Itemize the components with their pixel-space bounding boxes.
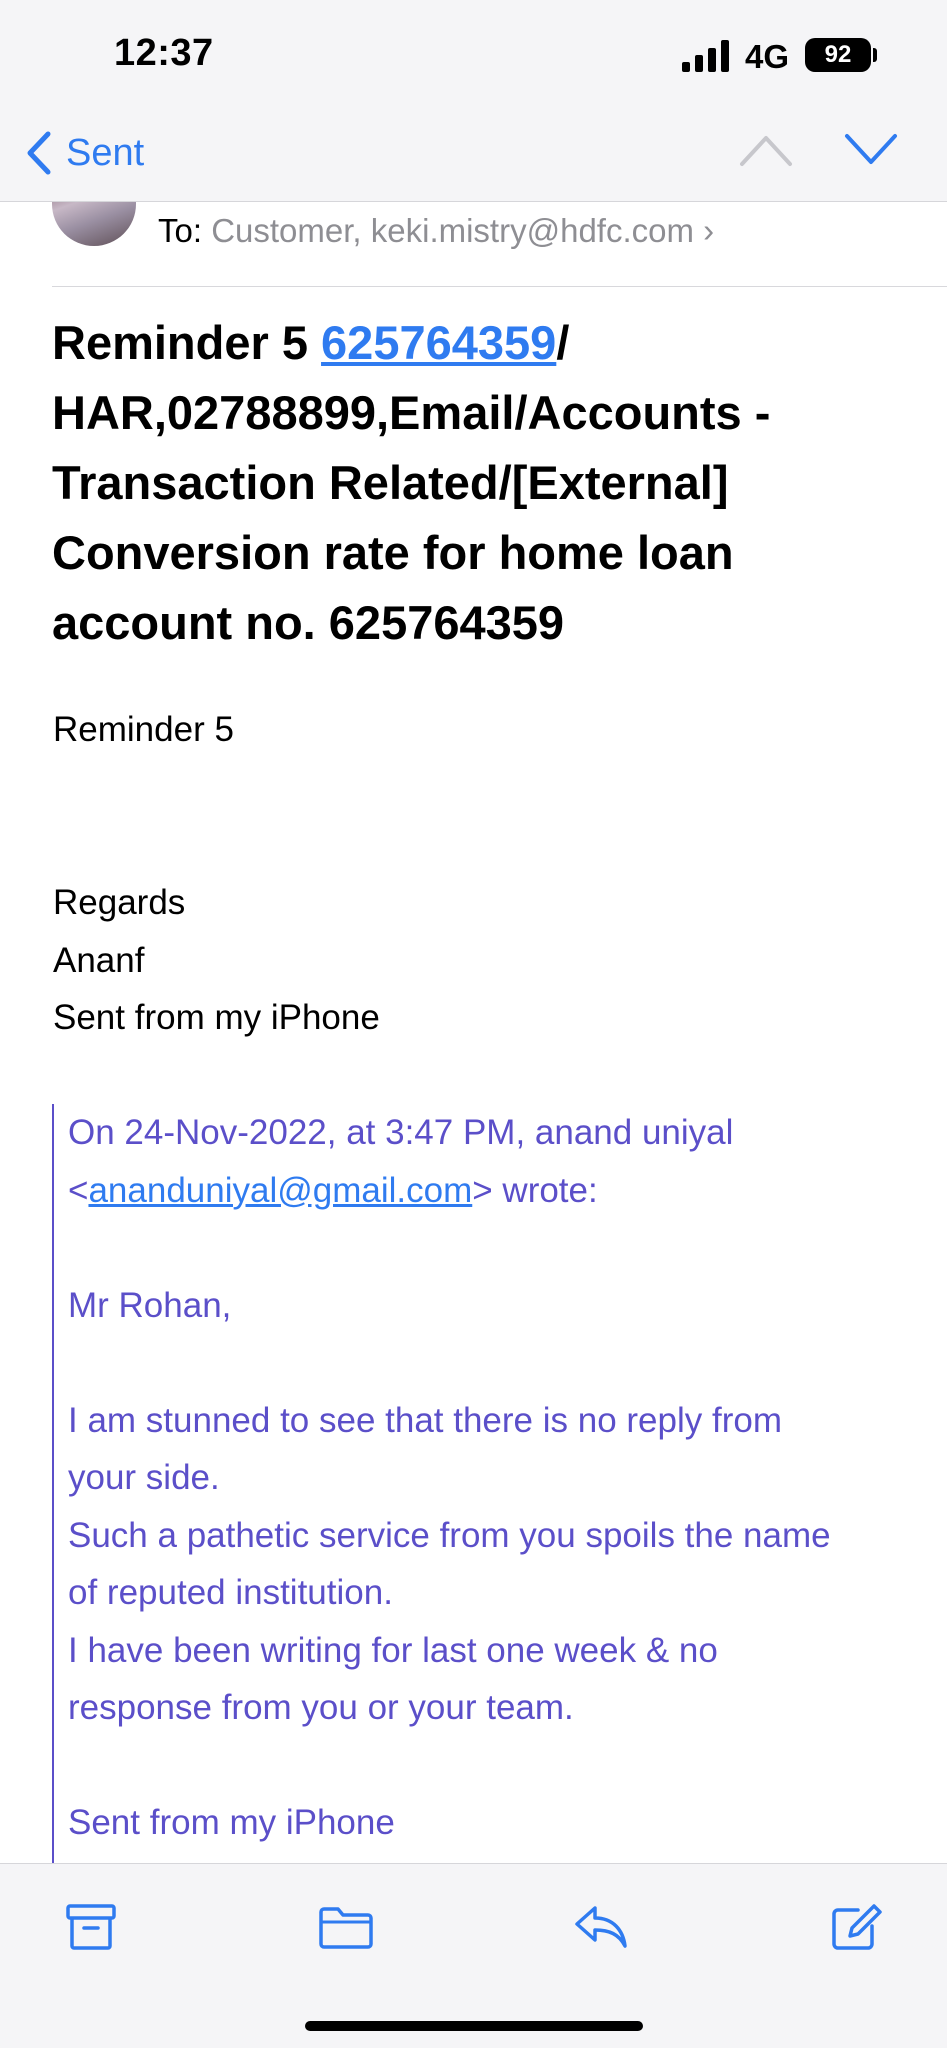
quote-paragraph-line: response from you or your team. (68, 1688, 574, 1727)
network-type: 4G (745, 38, 790, 75)
quote-spacer (68, 1334, 912, 1392)
battery-icon (873, 48, 877, 62)
quote-paragraph-line: I have been writing for last one week & … (68, 1630, 718, 1670)
back-button[interactable]: Sent (24, 128, 144, 178)
bottom-toolbar (0, 1863, 947, 2048)
reply-icon[interactable] (573, 1902, 629, 1952)
chevron-down-icon[interactable] (843, 132, 899, 168)
subject-account-link[interactable]: 625764359 (321, 316, 556, 369)
cellular-signal-icon (682, 40, 729, 72)
home-indicator[interactable] (305, 2021, 643, 2031)
back-button-label: Sent (66, 131, 145, 174)
recipients: Customer, keki.mistry@hdfc.com (211, 212, 694, 249)
quote-email-close: > wrote: (472, 1170, 598, 1210)
subject-prefix: Reminder 5 (52, 316, 322, 369)
mail-message-screen: 12:37 4G 92 Sent To: Customer, keki.mist… (0, 0, 947, 2048)
quote-paragraph-line: of reputed institution. (68, 1573, 393, 1612)
recipients-line[interactable]: To: Customer, keki.mistry@hdfc.com › (158, 212, 714, 250)
quote-signature: Sent from my iPhone (68, 1803, 395, 1842)
chevron-right-icon: › (703, 212, 715, 249)
quote-paragraph-line: I am stunned to see that there is no rep… (68, 1400, 782, 1440)
folder-icon[interactable] (318, 1902, 374, 1952)
chevron-left-icon (27, 131, 51, 175)
top-bar: 12:37 4G 92 Sent (0, 0, 947, 202)
quote-spacer (68, 1219, 912, 1277)
battery-level: 92 (805, 38, 871, 72)
quote-paragraph-line: Such a pathetic service from you spoils … (68, 1515, 831, 1555)
quote-spacer (68, 1737, 912, 1795)
archive-icon[interactable] (63, 1902, 119, 1952)
body-line: Reminder 5 (53, 710, 234, 749)
quote-intro: On 24-Nov-2022, at 3:47 PM, anand uniyal (68, 1113, 734, 1152)
body-signature: Sent from my iPhone (53, 998, 380, 1037)
quote-paragraph-line: your side. (68, 1458, 220, 1497)
quoted-message: On 24-Nov-2022, at 3:47 PM, anand uniyal… (52, 1104, 912, 1864)
status-time: 12:37 (114, 32, 214, 74)
body-regards: Regards (53, 883, 186, 922)
to-label: To: (158, 212, 203, 249)
body-name: Ananf (53, 941, 145, 980)
chevron-up-icon[interactable] (738, 132, 794, 168)
quote-greeting: Mr Rohan, (68, 1285, 232, 1325)
quote-email-link[interactable]: ananduniyal@gmail.com (88, 1171, 472, 1210)
compose-icon[interactable] (828, 1902, 884, 1952)
quote-email-line: <ananduniyal@gmail.com> wrote: (68, 1162, 912, 1220)
message-subject: Reminder 5 625764359/ HAR,02788899,Email… (52, 308, 912, 658)
quote-email-open: < (68, 1170, 89, 1210)
header-divider (52, 286, 947, 287)
